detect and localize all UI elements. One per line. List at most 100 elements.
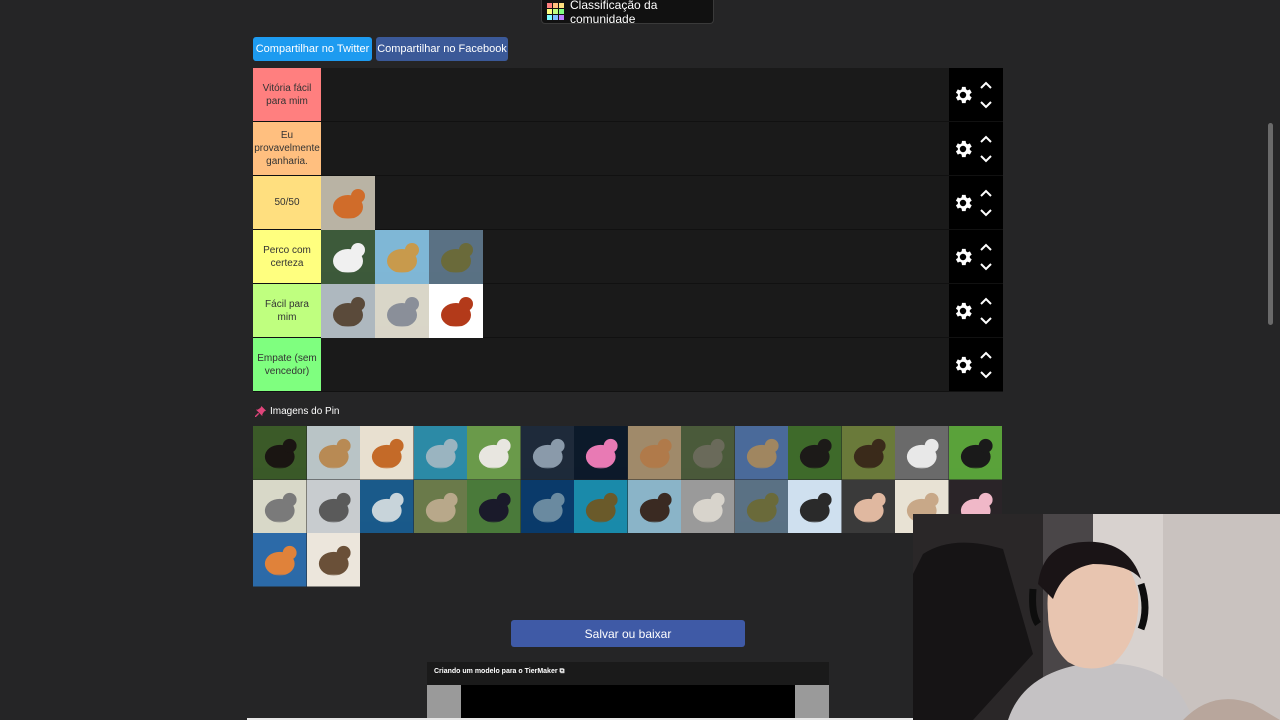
tier-row: Empate (sem vencedor): [253, 338, 1003, 392]
animal-image-seal[interactable]: [306, 479, 360, 533]
animal-image-moose[interactable]: [841, 426, 895, 480]
animal-image-shark[interactable]: [360, 479, 414, 533]
animal-image-fox[interactable]: [321, 176, 375, 230]
animal-image-jellyfish[interactable]: [574, 426, 628, 480]
tier-row: Eu provavelmente ganharia.: [253, 122, 1003, 176]
animal-image-walrus[interactable]: [627, 479, 681, 533]
tier-label[interactable]: Empate (sem vencedor): [253, 338, 321, 391]
animal-image-crocodile[interactable]: [734, 479, 788, 533]
gear-icon[interactable]: [952, 84, 974, 106]
chevron-up-icon[interactable]: [979, 241, 993, 255]
tier-label[interactable]: Perco com certeza: [253, 230, 321, 283]
chevron-down-icon[interactable]: [979, 151, 993, 165]
scrollbar-thumb[interactable]: [1268, 123, 1273, 325]
animal-image-octopus[interactable]: [253, 533, 307, 587]
animal-image-porcupine[interactable]: [306, 533, 360, 587]
animal-image-snake[interactable]: [520, 426, 574, 480]
animal-image-ostrich[interactable]: [467, 479, 521, 533]
tier-move-arrows: [979, 295, 993, 327]
tier-row: Perco com certeza: [253, 230, 1003, 284]
animal-image-toucan[interactable]: [948, 426, 1002, 480]
animal-image-rhino[interactable]: [253, 479, 307, 533]
animal-image-sloth[interactable]: [413, 479, 467, 533]
tier-row: Vitória fácil para mim: [253, 68, 1003, 122]
chevron-up-icon[interactable]: [979, 349, 993, 363]
ad-title: Criando um modelo para o TierMaker ⧉: [434, 668, 565, 675]
tier-label[interactable]: Vitória fácil para mim: [253, 68, 321, 121]
chevron-down-icon[interactable]: [979, 97, 993, 111]
animal-image-goose[interactable]: [321, 284, 375, 338]
tier-controls: [949, 230, 1003, 283]
chevron-down-icon[interactable]: [979, 367, 993, 381]
tier-items[interactable]: [321, 284, 949, 338]
chevron-down-icon[interactable]: [979, 313, 993, 327]
tier-row: Fácil para mim: [253, 284, 1003, 338]
gear-icon[interactable]: [952, 246, 974, 268]
tier-controls: [949, 122, 1003, 175]
animal-image-meerkat[interactable]: [734, 426, 788, 480]
webcam-overlay: [913, 514, 1280, 720]
animal-image-turtle[interactable]: [681, 426, 735, 480]
animal-image-bear[interactable]: [253, 426, 307, 480]
community-ranking-button[interactable]: Classificação da comunidade: [541, 0, 714, 26]
animal-image-dolphin[interactable]: [413, 426, 467, 480]
animal-image-goat[interactable]: [467, 426, 521, 480]
pin-icon: [255, 406, 266, 417]
animal-image-man[interactable]: [841, 479, 895, 533]
animal-image-raccoon[interactable]: [895, 426, 949, 480]
tier-list: Vitória fácil para mim Eu provavelmente g…: [253, 68, 1003, 392]
tier-items[interactable]: [321, 230, 949, 284]
tier-label[interactable]: Fácil para mim: [253, 284, 321, 337]
pin-images-label: Imagens do Pin: [270, 406, 340, 417]
tier-items[interactable]: [321, 68, 949, 121]
gear-icon[interactable]: [952, 192, 974, 214]
pin-images-title: Imagens do Pin: [255, 406, 340, 417]
animal-image-pigeon[interactable]: [375, 284, 429, 338]
tier-move-arrows: [979, 241, 993, 273]
tier-controls: [949, 68, 1003, 121]
animal-image-sea-turtle[interactable]: [574, 479, 628, 533]
animal-image-ant[interactable]: [429, 284, 483, 338]
animal-image-fish[interactable]: [520, 479, 574, 533]
tier-controls: [949, 284, 1003, 337]
chevron-up-icon[interactable]: [979, 295, 993, 309]
gear-icon[interactable]: [952, 138, 974, 160]
animal-image-kangaroo[interactable]: [627, 426, 681, 480]
external-link-icon: ⧉: [559, 668, 565, 675]
tier-items[interactable]: [321, 176, 949, 230]
tier-items[interactable]: [321, 338, 949, 391]
tier-label[interactable]: 50/50: [253, 176, 321, 229]
tier-items[interactable]: [321, 122, 949, 175]
tier-row: 50/50: [253, 176, 1003, 230]
animal-image-camel[interactable]: [306, 426, 360, 480]
tier-controls: [949, 338, 1003, 391]
animal-image-crocodile[interactable]: [429, 230, 483, 284]
tier-controls: [949, 176, 1003, 229]
chevron-up-icon[interactable]: [979, 187, 993, 201]
community-ranking-label: Classificação da comunidade: [570, 0, 658, 26]
animal-image-panda[interactable]: [321, 230, 375, 284]
animal-image-dog[interactable]: [360, 426, 414, 480]
animal-image-giraffe[interactable]: [375, 230, 429, 284]
gear-icon[interactable]: [952, 300, 974, 322]
gear-icon[interactable]: [952, 354, 974, 376]
animal-image-cow[interactable]: [788, 479, 842, 533]
tier-move-arrows: [979, 349, 993, 381]
animal-image-wolf[interactable]: [681, 479, 735, 533]
tier-move-arrows: [979, 187, 993, 219]
chevron-down-icon[interactable]: [979, 205, 993, 219]
ad-panel: Criando um modelo para o TierMaker ⧉: [427, 662, 829, 720]
chevron-up-icon[interactable]: [979, 79, 993, 93]
chevron-down-icon[interactable]: [979, 259, 993, 273]
share-twitter-button[interactable]: Compartilhar no Twitter: [253, 37, 372, 61]
grid-icon: [547, 3, 564, 20]
ad-video[interactable]: [427, 685, 829, 720]
tier-move-arrows: [979, 133, 993, 165]
save-or-download-button[interactable]: Salvar ou baixar: [511, 620, 745, 647]
animal-image-chimpanzee[interactable]: [788, 426, 842, 480]
image-pool: [253, 426, 1005, 587]
tier-move-arrows: [979, 79, 993, 111]
share-facebook-button[interactable]: Compartilhar no Facebook: [376, 37, 508, 61]
tier-label[interactable]: Eu provavelmente ganharia.: [253, 122, 321, 175]
chevron-up-icon[interactable]: [979, 133, 993, 147]
